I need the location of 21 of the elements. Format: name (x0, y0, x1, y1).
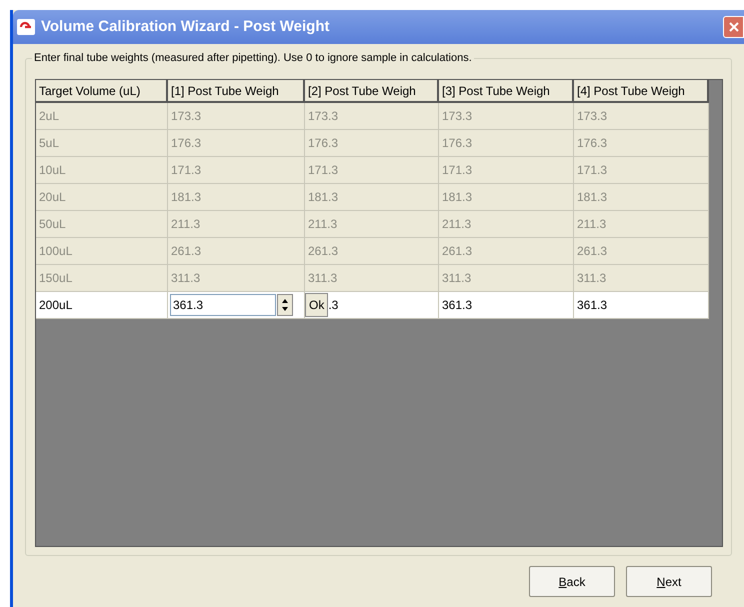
app-logo-icon (17, 19, 35, 35)
window-title: Volume Calibration Wizard - Post Weight (41, 16, 330, 37)
column-header[interactable]: [4] Post Tube Weigh (574, 80, 709, 103)
spin-arrows-icon (281, 297, 289, 313)
column-header[interactable]: [1] Post Tube Weigh (168, 80, 305, 103)
table-row[interactable]: 200uL 361.3 Ok .3 361.3 361.3 (36, 292, 709, 319)
spin-button[interactable] (277, 294, 293, 316)
column-header[interactable]: [2] Post Tube Weigh (305, 80, 439, 103)
column-header[interactable]: Target Volume (uL) (36, 80, 168, 103)
close-icon (728, 21, 740, 33)
value-field[interactable]: 361.3 (170, 294, 276, 316)
group-caption: Enter final tube weights (measured after pipetting). Use 0 to ignore sample in calculations. (32, 50, 474, 66)
table-cell: 200uL (36, 292, 168, 319)
wizard-button[interactable]: Back (529, 566, 615, 597)
table-cell-text: .3 (328, 297, 338, 314)
ok-button[interactable]: Ok (305, 293, 328, 317)
column-header[interactable]: [3] Post Tube Weigh (439, 80, 574, 103)
wizard-button[interactable]: Next (626, 566, 712, 597)
table-cell: 361.3 (574, 292, 709, 319)
close-button[interactable] (723, 16, 744, 38)
table-cell: 361.3 (439, 292, 574, 319)
